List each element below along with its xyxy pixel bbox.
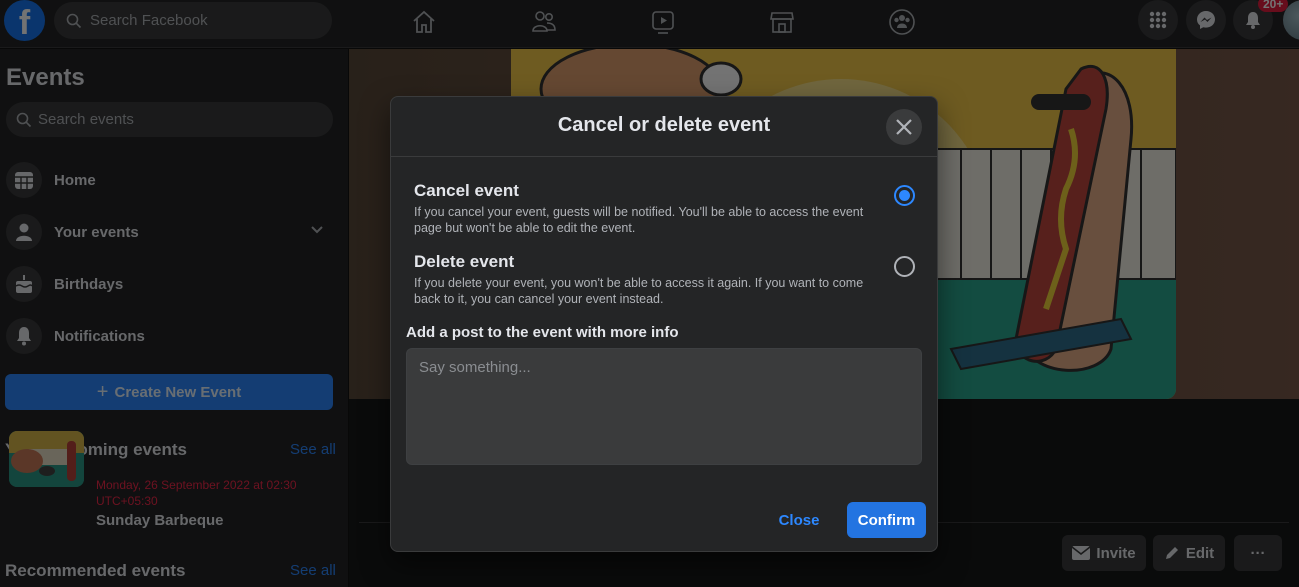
- option-description: If you cancel your event, guests will be…: [414, 205, 864, 235]
- post-field-label: Add a post to the event with more info: [406, 324, 679, 341]
- delete-event-option[interactable]: Delete event If you delete your event, y…: [414, 252, 919, 307]
- close-icon: [896, 119, 912, 135]
- dialog-header-divider: [391, 156, 937, 157]
- option-title: Cancel event: [414, 181, 519, 200]
- close-button[interactable]: Close: [771, 502, 827, 538]
- confirm-button[interactable]: Confirm: [847, 502, 926, 538]
- dialog-close-button[interactable]: [886, 109, 922, 145]
- option-title: Delete event: [414, 252, 515, 271]
- post-message-input[interactable]: [406, 348, 922, 465]
- option-description: If you delete your event, you won't be a…: [414, 276, 864, 306]
- dialog-title: Cancel or delete event: [557, 114, 771, 136]
- cancel-event-radio[interactable]: [894, 185, 915, 206]
- delete-event-radio[interactable]: [894, 256, 915, 277]
- cancel-delete-event-dialog: Cancel or delete event Cancel event If y…: [390, 96, 938, 552]
- cancel-event-option[interactable]: Cancel event If you cancel your event, g…: [414, 181, 919, 236]
